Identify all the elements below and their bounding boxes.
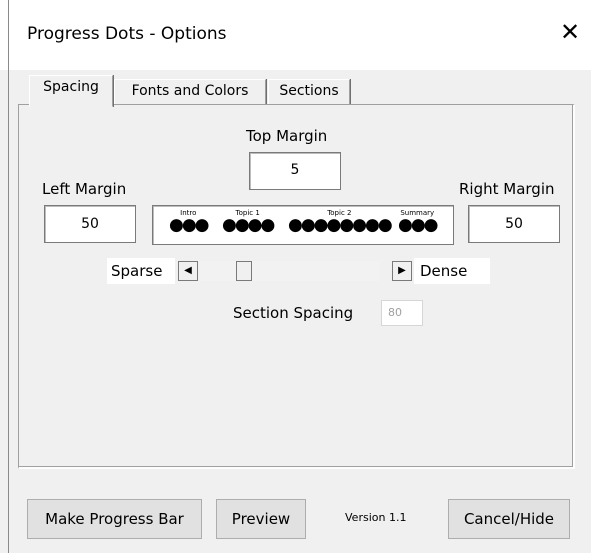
section-spacing-value: 80 (388, 306, 402, 319)
section-spacing-field: 80 (381, 300, 423, 326)
top-margin-value: 5 (290, 162, 300, 178)
left-margin-label: Left Margin (42, 180, 127, 198)
title-bar: Progress Dots - Options ✕ (0, 0, 591, 70)
left-margin-field[interactable]: 50 (44, 205, 136, 243)
tab-fonts-and-colors[interactable]: Fonts and Colors (114, 79, 266, 106)
preview-button-label: Preview (231, 510, 291, 528)
top-margin-field[interactable]: 5 (249, 152, 341, 190)
scroll-left-button[interactable]: ◀ (178, 261, 198, 281)
scroll-right-button[interactable]: ▶ (392, 261, 412, 281)
dense-label: Dense (414, 258, 490, 284)
chevron-right-icon: ▶ (398, 265, 406, 276)
make-button-label: Make Progress Bar (45, 510, 184, 528)
preview-section-dots: ●●● (398, 215, 438, 235)
tab-sections[interactable]: Sections (268, 79, 350, 106)
tab-spacing[interactable]: Spacing (29, 75, 113, 107)
cancel-hide-button[interactable]: Cancel/Hide (448, 499, 570, 539)
tab-sections-label: Sections (279, 83, 339, 99)
spacing-slider[interactable] (200, 261, 380, 281)
right-margin-field[interactable]: 50 (468, 205, 560, 243)
tab-fonts-label: Fonts and Colors (131, 83, 249, 99)
preview-section-dots: ●●●●●●●● (288, 215, 393, 235)
close-icon[interactable]: ✕ (560, 18, 580, 46)
window-edge (8, 0, 9, 553)
preview-section: Summary ●●● (398, 209, 438, 235)
make-progress-bar-button[interactable]: Make Progress Bar (27, 499, 202, 539)
slider-thumb[interactable] (236, 261, 253, 281)
preview-button[interactable]: Preview (216, 499, 306, 539)
section-spacing-label: Section Spacing (233, 304, 354, 322)
cancel-button-label: Cancel/Hide (463, 510, 555, 528)
sparse-label: Sparse (107, 258, 175, 284)
preview-section-dots: ●●● (169, 215, 209, 235)
progress-preview: Intro ●●● Topic 1 ●●●● Topic 2 ●●●●●●●● … (152, 205, 454, 245)
preview-section-dots: ●●●● (222, 215, 275, 235)
preview-section: Topic 1 ●●●● (222, 209, 275, 235)
chevron-left-icon: ◀ (184, 265, 192, 276)
window-title: Progress Dots - Options (27, 24, 227, 44)
top-margin-label: Top Margin (246, 127, 328, 145)
preview-section: Topic 2 ●●●●●●●● (288, 209, 393, 235)
right-margin-value: 50 (505, 216, 523, 232)
preview-section: Intro ●●● (169, 209, 209, 235)
tab-spacing-label: Spacing (43, 79, 99, 95)
left-margin-value: 50 (81, 216, 99, 232)
right-margin-label: Right Margin (459, 180, 555, 198)
version-label: Version 1.1 (345, 511, 407, 524)
